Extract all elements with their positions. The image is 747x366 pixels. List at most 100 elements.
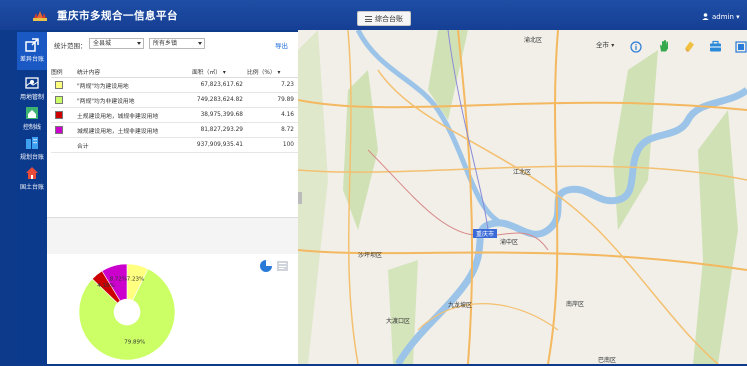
overview-label: 综合台账	[375, 15, 403, 23]
map-hill	[693, 110, 738, 364]
chevron-down-icon: ▾	[736, 13, 740, 21]
table-row: 土规建设用地，城规非建设用地 38,975,399.68 4.16	[51, 107, 298, 123]
user-icon	[702, 13, 709, 20]
place-label: 南岸区	[566, 300, 584, 308]
building-icon	[26, 137, 38, 149]
chevron-down-icon: ▾	[611, 42, 615, 49]
table-row: "两规"均为建设用地 67,823,617.62 7.23	[51, 77, 298, 93]
layers-icon[interactable]	[735, 39, 747, 55]
place-label: 巴南区	[598, 356, 616, 364]
row-content: 城规建设用地，土规非建设用地	[77, 122, 192, 138]
place-label: 九龙坡区	[448, 301, 472, 309]
map-pin-icon	[25, 77, 39, 89]
map-canvas[interactable]: 渝北区 江北区 重庆市 渝中区 沙坪坝区 九龙坡区 大渡口区 南岸区 巴南区	[298, 30, 747, 364]
table-view-icon-line	[279, 266, 286, 267]
place-label: 大渡口区	[386, 317, 410, 325]
overview-button[interactable]: 综合台账	[357, 11, 411, 26]
row-content: 土规建设用地，城规非建设用地	[77, 107, 192, 123]
row-ratio: 8.72	[247, 122, 298, 138]
toolbox-icon[interactable]	[709, 38, 722, 54]
user-menu[interactable]: admin ▾	[702, 13, 740, 21]
row-content: 合计	[77, 137, 192, 153]
export-link[interactable]: 导出	[275, 40, 288, 50]
statistics-panel: 统计范围： 全县城 所有乡镇 导出 图例 统计内容 面积（㎡） ▾ 比例（%） …	[47, 32, 298, 364]
pie-chart: 7.23% 79.89% 4.16%8.72%	[78, 260, 288, 361]
scope-select-value: 全县城	[93, 40, 112, 47]
town-select[interactable]: 所有乡镇	[149, 38, 205, 49]
statistics-table: 图例 统计内容 面积（㎡） ▾ 比例（%） ▾ "两规"均为建设用地 67,82…	[51, 65, 298, 153]
place-label: 沙坪坝区	[358, 251, 382, 259]
map-hill	[388, 260, 418, 364]
row-area: 749,283,624.82	[192, 92, 247, 108]
sidebar: 差异台账 用地管制 控制线 规划台账 国土台账	[17, 30, 47, 364]
place-label: 渝北区	[524, 36, 542, 44]
chevron-down-icon	[198, 42, 202, 45]
pan-hand-icon[interactable]	[658, 38, 670, 54]
town-select-value: 所有乡镇	[153, 40, 178, 47]
row-content: "两规"均为建设用地	[77, 77, 192, 93]
metro-line	[367, 149, 549, 251]
row-ratio: 79.89	[247, 92, 298, 108]
row-area: 38,975,399.68	[192, 107, 247, 123]
legend-column-header: 图例	[51, 65, 77, 78]
panel-gap	[47, 218, 298, 254]
scope-select[interactable]: 全县城	[89, 38, 144, 49]
legend-swatch	[55, 111, 63, 119]
legend-swatch	[55, 126, 63, 134]
ratio-column-header[interactable]: 比例（%） ▾	[247, 65, 298, 78]
info-icon[interactable]	[630, 39, 642, 55]
home-icon	[26, 107, 38, 119]
table-row: 城规建设用地，土规非建设用地 81,827,293.29 8.72	[51, 122, 298, 138]
legend-swatch	[55, 96, 63, 104]
content-column-header: 统计内容	[77, 65, 192, 78]
ratio-header-label: 比例（%）	[247, 69, 276, 76]
map-view[interactable]: 渝北区 江北区 重庆市 渝中区 沙坪坝区 九龙坡区 大渡口区 南岸区 巴南区 全…	[298, 30, 747, 364]
pie-slice-label: 79.89%	[124, 339, 145, 345]
place-label: 江北区	[513, 168, 531, 176]
pie-slice-label: 4.16%	[97, 283, 114, 289]
area-header-label: 面积（㎡）	[192, 69, 221, 76]
sidebar-item-land-ledger[interactable]: 国土台账	[17, 160, 47, 198]
sidebar-item-label: 国土台账	[19, 184, 44, 191]
pie-slice-label: 8.72%	[110, 277, 127, 283]
chart-area: 7.23% 79.89% 4.16% 8.72%	[47, 254, 298, 364]
table-total-row: 合计 937,909,935.41 100	[51, 137, 298, 153]
row-content: "两规"均为非建设用地	[77, 92, 192, 108]
app-title: 重庆市多规合一信息平台	[57, 10, 178, 22]
row-ratio: 4.16	[247, 107, 298, 123]
pie-slice-label: 7.23%	[127, 276, 144, 282]
table-view-icon-line	[279, 263, 286, 264]
panel-collapse-handle[interactable]	[298, 192, 302, 204]
row-area: 937,909,935.41	[192, 137, 247, 153]
row-area: 81,827,293.29	[192, 122, 247, 138]
logo-icon	[33, 11, 47, 21]
filter-bar: 统计范围： 全县城 所有乡镇 导出	[47, 32, 298, 56]
row-area: 67,823,617.62	[192, 77, 247, 93]
scope-dropdown[interactable]: 全市 ▾	[596, 39, 624, 55]
row-ratio: 7.23	[247, 77, 298, 93]
pie-chart-icon-wedge	[266, 260, 272, 266]
menu-icon	[365, 15, 372, 24]
legend-swatch	[55, 81, 63, 89]
sidebar-item-label: 差异台账	[19, 56, 44, 63]
user-name: admin	[712, 13, 734, 21]
map-hill	[298, 30, 328, 364]
place-label: 渝中区	[500, 238, 518, 246]
eraser-icon[interactable]	[683, 38, 696, 54]
scope-dropdown-label: 全市	[596, 41, 609, 49]
map-road	[547, 30, 559, 364]
table-header-row: 图例 统计内容 面积（㎡） ▾ 比例（%） ▾	[51, 65, 298, 78]
table-view-icon-line	[279, 268, 284, 269]
chevron-down-icon	[137, 42, 141, 45]
table-row: "两规"均为非建设用地 749,283,624.82 79.89	[51, 92, 298, 108]
area-column-header[interactable]: 面积（㎡） ▾	[192, 65, 247, 78]
place-label-city: 重庆市	[476, 230, 494, 238]
sidebar-item-diff-ledger[interactable]: 差异台账	[17, 32, 47, 70]
map-road	[457, 30, 474, 364]
share-icon	[25, 38, 39, 52]
scope-label: 统计范围：	[54, 42, 87, 50]
row-ratio: 100	[247, 137, 298, 153]
top-bar: 重庆市多规合一信息平台 综合台账 admin ▾	[0, 0, 747, 30]
house-icon	[26, 167, 38, 179]
map-hill	[343, 70, 378, 230]
